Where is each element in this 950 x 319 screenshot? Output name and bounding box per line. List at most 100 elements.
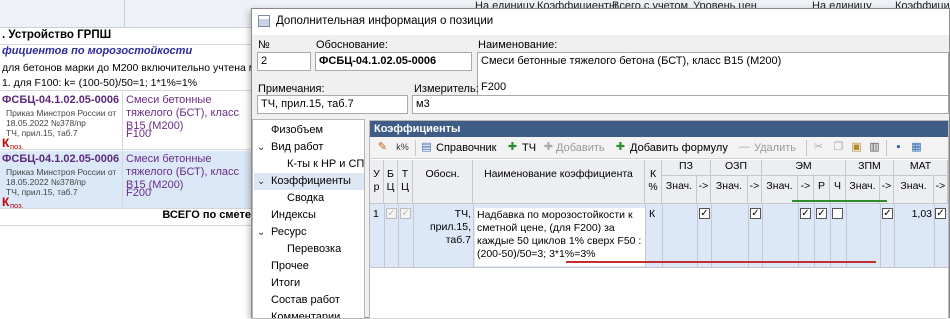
- checkbox-t[interactable]: ✓: [400, 208, 411, 219]
- cut-icon[interactable]: ✂: [812, 141, 825, 154]
- col-zpm[interactable]: ЗПМ: [846, 160, 894, 176]
- col-mat[interactable]: МАТ: [894, 160, 948, 176]
- row-basis: ТЧ, прил.15, таб.7: [429, 208, 471, 246]
- name-line2: F200: [481, 81, 507, 93]
- position-tch: ТЧ, прил.15, таб.7: [6, 187, 78, 197]
- dialog-titlebar[interactable]: Дополнительная информация о позиции: [252, 9, 949, 35]
- checkbox-em-ch[interactable]: [832, 208, 843, 219]
- paste-icon[interactable]: ▣: [850, 141, 863, 154]
- estimate-position[interactable]: ФСБЦ-04.1.02.05-0006 Приказ Минстроя Рос…: [0, 92, 255, 150]
- notes-field[interactable]: ТЧ, прил.15, таб.7: [257, 95, 408, 114]
- row-mat-value[interactable]: 1,03: [896, 208, 932, 221]
- tree-item-work-type[interactable]: Вид работ: [271, 139, 323, 156]
- copy-icon[interactable]: ❐: [832, 141, 845, 154]
- reference-button[interactable]: Справочник: [436, 140, 497, 156]
- unit-field[interactable]: м3: [412, 95, 949, 114]
- coefficients-panel: Коэффициенты ✎ k% ▤ Справочник ✚ ТЧ ✚ До…: [369, 120, 949, 318]
- tree-item-transport[interactable]: Перевозка: [287, 241, 341, 258]
- basis-label: Обоснование:: [316, 39, 388, 51]
- col-ozp-arrow[interactable]: ->: [748, 176, 762, 204]
- col-b[interactable]: Б Ц: [384, 160, 398, 204]
- col-kpct[interactable]: К %: [645, 160, 662, 204]
- add-formula-button[interactable]: Добавить формулу: [630, 140, 728, 156]
- edit-icon[interactable]: ✎: [376, 141, 389, 154]
- formula-icon[interactable]: ✚: [614, 141, 627, 154]
- col-mat-arrow[interactable]: ->: [934, 176, 948, 204]
- position-info-dialog: Дополнительная информация о позиции № 2 …: [251, 8, 950, 319]
- tree-item-volume[interactable]: Физобъем: [271, 122, 323, 139]
- name-line1: Смеси бетонные тяжелого бетона (БСТ), кл…: [481, 55, 782, 67]
- book-icon[interactable]: ▤: [420, 141, 433, 154]
- col-ozp-val[interactable]: Знач.: [711, 176, 748, 204]
- col-mat-val[interactable]: Знач.: [894, 176, 934, 204]
- clipboard-icon[interactable]: ▥: [868, 141, 881, 154]
- checkbox-pz[interactable]: ✓: [699, 208, 710, 219]
- note-line: для бетонов марки до М200 включительно у…: [2, 62, 255, 74]
- chevron-down-icon[interactable]: ⌄: [257, 173, 265, 190]
- number-label: №: [258, 39, 270, 51]
- panel-title: Коэффициенты: [370, 121, 948, 137]
- chevron-down-icon[interactable]: ⌄: [257, 224, 265, 241]
- checkbox-em[interactable]: ✓: [800, 208, 811, 219]
- tree-item-totals[interactable]: Итоги: [271, 275, 300, 292]
- total-row[interactable]: ВСЕГО по смете: [0, 209, 255, 226]
- position-order: Приказ Минстроя России от 18.05.2022 №37…: [6, 108, 117, 128]
- window-icon: [258, 15, 270, 27]
- tree-item-coefficients[interactable]: Коэффициенты: [254, 173, 364, 190]
- green-annotation-arrow: [792, 200, 887, 202]
- col-coef-name[interactable]: Наименование коэффициента: [473, 160, 645, 204]
- row-ur: 1: [373, 208, 379, 220]
- col-t[interactable]: Т Ц: [398, 160, 413, 204]
- note-line: 1. для F100: k= (100-50)/50=1; 1*1%=1%: [0, 77, 255, 91]
- tree-item-nr-sp[interactable]: К-ты к НР и СП: [287, 156, 364, 173]
- row-coef-name[interactable]: Надбавка по морозостойкости к сметной це…: [475, 208, 645, 266]
- save-icon[interactable]: ▪: [892, 141, 905, 154]
- delete-button[interactable]: Удалить: [754, 140, 796, 156]
- col-basis[interactable]: Обосн.: [413, 160, 473, 204]
- estimate-position-selected[interactable]: ФСБЦ-04.1.02.05-0006 Приказ Минстроя Рос…: [0, 151, 255, 209]
- section-title[interactable]: . Устройство ГРПШ: [0, 29, 255, 45]
- dialog-title: Дополнительная информация о позиции: [276, 15, 494, 27]
- tree-item-summary[interactable]: Сводка: [287, 190, 324, 207]
- checkbox-em-r[interactable]: ✓: [816, 208, 827, 219]
- tree-item-other[interactable]: Прочее: [271, 258, 309, 275]
- tree-item-work-content[interactable]: Состав работ: [271, 292, 340, 309]
- checkbox-zpm[interactable]: ✓: [882, 208, 893, 219]
- tree-item-indexes[interactable]: Индексы: [271, 207, 316, 224]
- col-pz[interactable]: ПЗ: [662, 160, 711, 176]
- position-code: ФСБЦ-04.1.02.05-0006: [2, 153, 120, 165]
- position-frost: F100: [126, 128, 152, 140]
- coef-row[interactable]: 1 ✓ ✓ ТЧ, прил.15, таб.7 Надбавка по мор…: [370, 204, 948, 268]
- number-field[interactable]: 2: [257, 52, 311, 71]
- tree-item-resource[interactable]: Ресурс: [271, 224, 306, 241]
- position-tch: ТЧ, прил.15, таб.7: [6, 128, 78, 138]
- checkbox-mat[interactable]: ✓: [935, 208, 946, 219]
- red-annotation-arrow: [566, 261, 876, 263]
- basis-field[interactable]: ФСБЦ-04.1.02.05-0006: [315, 52, 472, 71]
- excel-icon[interactable]: ▦: [910, 141, 923, 154]
- toolbar: ✎ k% ▤ Справочник ✚ ТЧ ✚ Добавить ✚ Доба…: [370, 137, 948, 159]
- chevron-down-icon[interactable]: ⌄: [257, 139, 265, 156]
- add-tch-icon[interactable]: ✚: [506, 141, 519, 154]
- col-pz-arrow[interactable]: ->: [697, 176, 711, 204]
- col-ur[interactable]: У р: [370, 160, 384, 204]
- section-tree: Физобъем ⌄ Вид работ К-ты к НР и СП Коэф…: [252, 119, 365, 319]
- position-order: Приказ Минстроя России от 18.05.2022 №37…: [6, 167, 117, 187]
- tch-button[interactable]: ТЧ: [522, 140, 536, 156]
- k-poz: поз.: [10, 201, 24, 209]
- coefficients-grid: У р Б Ц Т Ц Обосн. Наименование коэффици…: [370, 160, 948, 318]
- row-kpct: К: [649, 208, 656, 220]
- position-frost: F200: [126, 187, 152, 199]
- col-pz-val[interactable]: Знач.: [662, 176, 697, 204]
- name-label: Наименование:: [478, 39, 558, 51]
- checkbox-b[interactable]: ✓: [386, 208, 397, 219]
- k-mark: К: [2, 136, 10, 150]
- minus-icon[interactable]: —: [738, 141, 751, 154]
- subsection-title[interactable]: фициентов по морозостойкости: [0, 45, 255, 61]
- plus-icon[interactable]: ✚: [542, 141, 555, 154]
- add-button[interactable]: Добавить: [556, 140, 605, 156]
- col-ozp[interactable]: ОЗП: [711, 160, 762, 176]
- col-em[interactable]: ЭМ: [762, 160, 846, 176]
- percent-icon[interactable]: k%: [396, 141, 409, 154]
- checkbox-ozp[interactable]: ✓: [750, 208, 761, 219]
